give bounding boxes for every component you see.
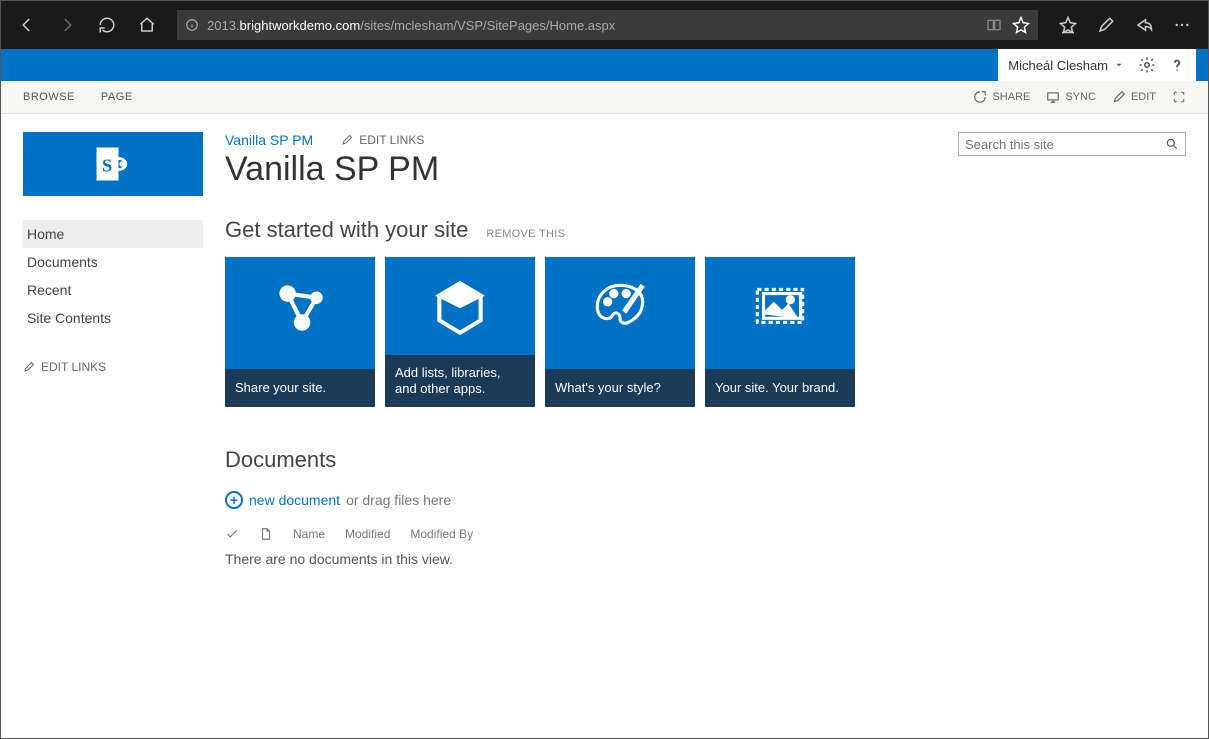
tab-page[interactable]: PAGE (101, 91, 133, 103)
ribbon: BROWSE PAGE SHARE SYNC EDIT (1, 81, 1208, 114)
check-icon[interactable] (225, 527, 239, 541)
sync-icon (1046, 90, 1060, 104)
back-button[interactable] (9, 7, 45, 43)
share-action[interactable]: SHARE (973, 90, 1030, 104)
sharepoint-logo[interactable]: S (23, 132, 203, 196)
address-bar[interactable]: 2013.brightworkdemo.com/sites/mclesham/V… (177, 10, 1038, 40)
breadcrumb-site-link[interactable]: Vanilla SP PM (225, 132, 313, 148)
file-icon (259, 527, 273, 541)
col-modified-by[interactable]: Modified By (410, 527, 473, 541)
new-document-link[interactable]: new document (249, 492, 340, 508)
forward-button[interactable] (49, 7, 85, 43)
pencil-icon (341, 134, 353, 146)
add-apps-icon (427, 275, 493, 341)
user-name: Micheál Clesham (1008, 58, 1108, 73)
help-icon[interactable] (1168, 56, 1186, 74)
new-document-row: + new document or drag files here (225, 491, 1186, 509)
remove-this-link[interactable]: REMOVE THIS (486, 228, 565, 240)
tile-brand[interactable]: Your site. Your brand. (705, 257, 855, 407)
share-browser-button[interactable] (1126, 7, 1162, 43)
image-icon (747, 275, 813, 341)
search-box[interactable] (958, 132, 1186, 156)
empty-message: There are no documents in this view. (225, 551, 1186, 567)
info-icon (185, 18, 199, 32)
main-content: Vanilla SP PM EDIT LINKS Vanilla SP PM G… (225, 132, 1186, 567)
promoted-tiles: Share your site. Add lists, libraries, a… (225, 257, 1186, 407)
user-menu[interactable]: Micheál Clesham (998, 49, 1196, 81)
favorites-button[interactable] (1050, 7, 1086, 43)
gear-icon[interactable] (1138, 56, 1156, 74)
col-name[interactable]: Name (293, 527, 325, 541)
tile-add-apps[interactable]: Add lists, libraries, and other apps. (385, 257, 535, 407)
drag-hint: or drag files here (346, 492, 451, 508)
share-site-icon (267, 275, 333, 341)
pencil-icon (1112, 90, 1126, 104)
sidebar-item-site-contents[interactable]: Site Contents (23, 304, 203, 332)
more-button[interactable] (1164, 7, 1200, 43)
sidebar-item-home[interactable]: Home (23, 220, 203, 248)
refresh-button[interactable] (89, 7, 125, 43)
palette-icon (587, 275, 653, 341)
browser-toolbar: 2013.brightworkdemo.com/sites/mclesham/V… (1, 1, 1208, 49)
search-icon[interactable] (1165, 137, 1179, 151)
sync-action[interactable]: SYNC (1046, 90, 1096, 104)
home-button[interactable] (129, 7, 165, 43)
tile-caption: Your site. Your brand. (705, 369, 855, 407)
tile-caption: Share your site. (225, 369, 375, 407)
sidebar-edit-links[interactable]: EDIT LINKS (23, 360, 203, 374)
tile-caption: What's your style? (545, 369, 695, 407)
chevron-down-icon (1114, 60, 1124, 70)
edit-action[interactable]: EDIT (1112, 90, 1156, 104)
document-columns: Name Modified Modified By (225, 527, 1186, 541)
col-modified[interactable]: Modified (345, 527, 390, 541)
plus-icon[interactable]: + (225, 491, 243, 509)
suite-bar: Micheál Clesham (1, 49, 1208, 81)
search-input[interactable] (965, 137, 1165, 152)
share-icon (973, 90, 987, 104)
focus-action[interactable] (1172, 90, 1186, 104)
documents-heading: Documents (225, 447, 1186, 473)
sidebar: S Home Documents Recent Site Contents ED… (23, 132, 203, 567)
svg-text:S: S (102, 155, 112, 175)
sidebar-item-recent[interactable]: Recent (23, 276, 203, 304)
url-text: 2013.brightworkdemo.com/sites/mclesham/V… (207, 18, 615, 33)
tile-style[interactable]: What's your style? (545, 257, 695, 407)
getstarted-heading: Get started with your site (225, 217, 468, 243)
pencil-icon (23, 361, 35, 373)
tab-browse[interactable]: BROWSE (23, 91, 75, 103)
focus-icon (1172, 90, 1186, 104)
reading-view-icon[interactable] (986, 17, 1002, 33)
sidebar-item-documents[interactable]: Documents (23, 248, 203, 276)
notes-button[interactable] (1088, 7, 1124, 43)
tile-caption: Add lists, libraries, and other apps. (385, 355, 535, 408)
tile-share-site[interactable]: Share your site. (225, 257, 375, 407)
breadcrumb-edit-links[interactable]: EDIT LINKS (341, 133, 424, 147)
star-icon[interactable] (1012, 16, 1030, 34)
